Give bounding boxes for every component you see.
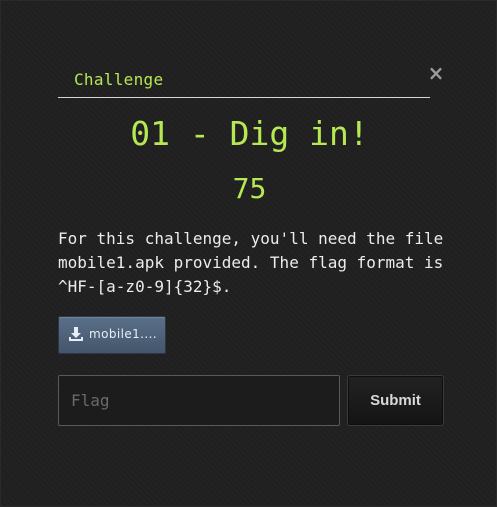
file-download-button[interactable]: mobile1.... (58, 316, 166, 354)
challenge-modal: Challenge × 01 - Dig in! 75 For this cha… (0, 0, 497, 507)
submit-button[interactable]: Submit (347, 375, 444, 426)
modal-tab-bar: Challenge (58, 61, 430, 98)
challenge-points: 75 (232, 172, 267, 205)
challenge-description: For this challenge, you'll need the file… (58, 229, 444, 296)
close-icon: × (427, 61, 445, 85)
close-button[interactable]: × (427, 63, 445, 83)
challenge-title: 01 - Dig in! (130, 114, 369, 153)
flag-input[interactable] (58, 375, 340, 426)
tab-challenge[interactable]: Challenge (74, 70, 163, 89)
download-icon (69, 327, 83, 341)
file-name-label: mobile1.... (89, 327, 157, 341)
